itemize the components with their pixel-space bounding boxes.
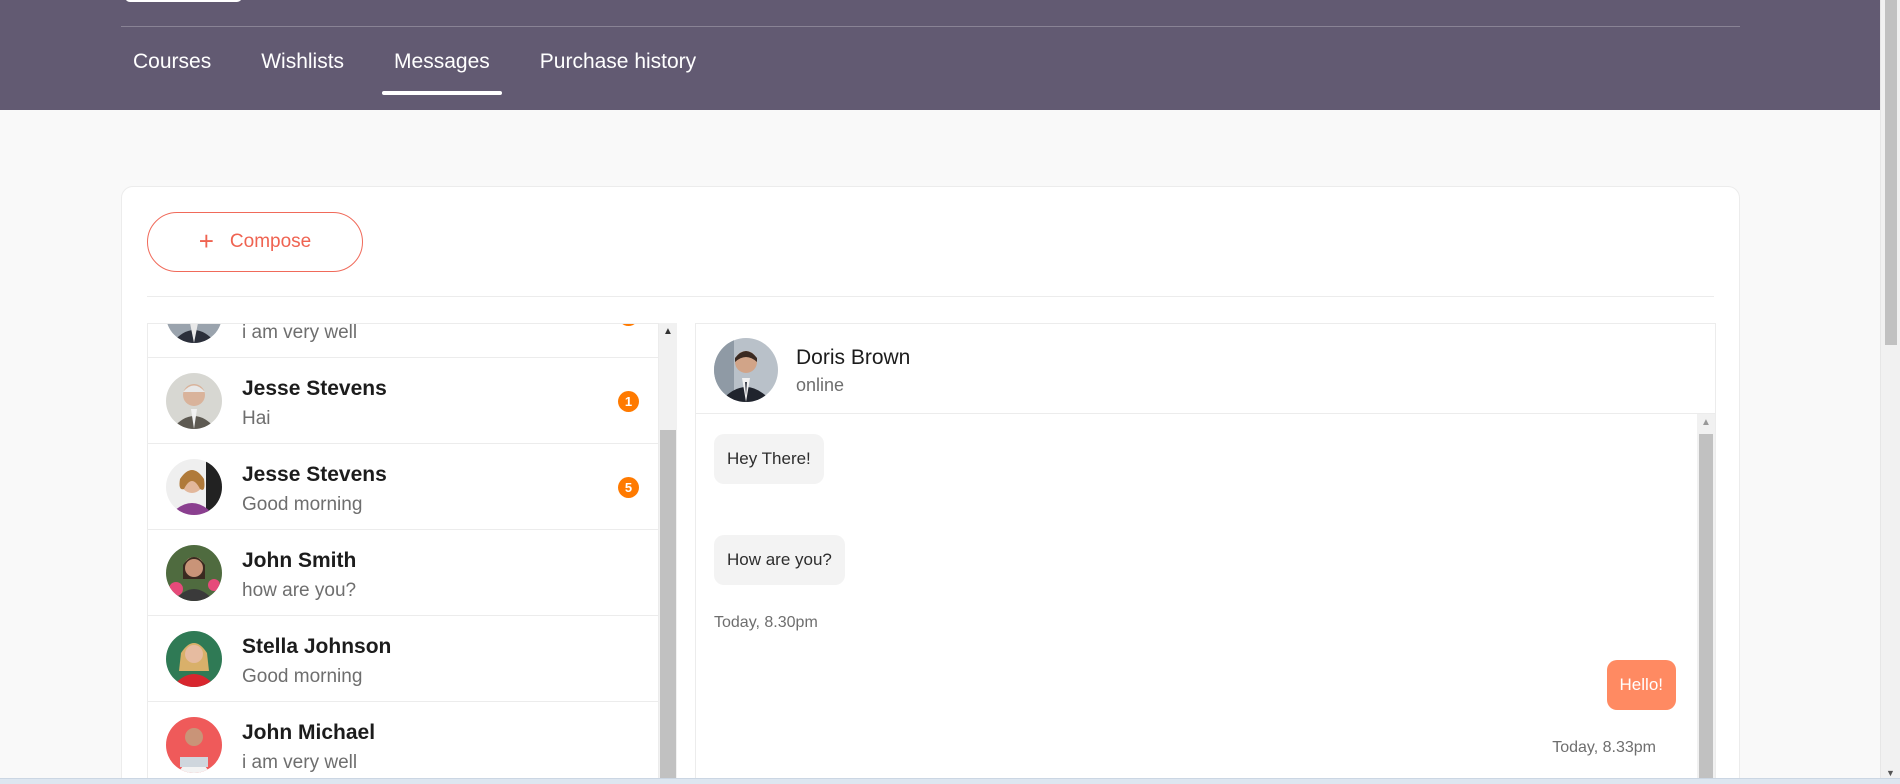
scrollbar-thumb[interactable] xyxy=(660,430,676,784)
avatar xyxy=(166,631,222,687)
contact-last-message: Good morning xyxy=(242,666,363,687)
tab-purchase-history[interactable]: Purchase history xyxy=(528,36,708,94)
avatar xyxy=(166,717,222,773)
contact-name: Stella Johnson xyxy=(242,635,392,658)
contact-item[interactable]: John Michael i am very well xyxy=(148,702,658,784)
contact-item[interactable]: Jesse Stevens Hai 1 xyxy=(148,358,658,444)
chat-panel: Doris Brown online Hey There! How are yo… xyxy=(695,323,1716,784)
contact-list: i am very well 1 Jesse Stevens Hai 1 Jes… xyxy=(148,323,658,784)
avatar xyxy=(714,338,778,402)
scrollbar-thumb[interactable] xyxy=(1885,0,1897,345)
contact-name: Jesse Stevens xyxy=(242,463,387,486)
page-scrollbar[interactable]: ▼ xyxy=(1880,0,1900,784)
tab-courses[interactable]: Courses xyxy=(121,36,223,94)
contact-last-message: Hai xyxy=(242,408,271,429)
message-timestamp: Today, 8.33pm xyxy=(1552,739,1656,756)
card-divider xyxy=(147,296,1714,297)
tab-messages[interactable]: Messages xyxy=(382,36,502,95)
nav-tabs: Courses Wishlists Messages Purchase hist… xyxy=(121,36,734,95)
taskbar-edge xyxy=(0,778,1900,784)
contact-name: Jesse Stevens xyxy=(242,377,387,400)
avatar xyxy=(166,373,222,429)
compose-label: Compose xyxy=(229,231,312,252)
unread-badge: 1 xyxy=(618,391,639,412)
contact-item[interactable]: Jesse Stevens Good morning 5 xyxy=(148,444,658,530)
contact-last-message: i am very well xyxy=(242,752,358,773)
header-search-pill[interactable] xyxy=(125,0,242,2)
contact-last-message: i am very well xyxy=(242,323,358,343)
chat-contact-status: online xyxy=(796,375,845,395)
contact-item[interactable]: John Smith how are you? xyxy=(148,530,658,616)
unread-badge: 1 xyxy=(618,324,639,326)
messages-card: + Compose i am very well 1 Jesse Stevens… xyxy=(121,186,1740,784)
unread-badge: 5 xyxy=(618,477,639,498)
contact-item[interactable]: Stella Johnson Good morning xyxy=(148,616,658,702)
compose-button[interactable]: + Compose xyxy=(147,212,363,272)
top-header: Courses Wishlists Messages Purchase hist… xyxy=(0,0,1880,110)
message-timestamp: Today, 8.30pm xyxy=(714,614,818,631)
incoming-message: Hey There! xyxy=(714,434,824,484)
contact-item[interactable]: i am very well 1 xyxy=(148,323,658,358)
contact-name: John Michael xyxy=(242,721,376,744)
chat-header: Doris Brown online xyxy=(696,324,1715,414)
avatar xyxy=(166,459,222,515)
chat-scrollbar[interactable]: ▲ xyxy=(1697,414,1715,784)
header-divider xyxy=(121,26,1740,27)
contact-last-message: Good morning xyxy=(242,494,363,515)
contact-list-scrollbar[interactable]: ▲ xyxy=(659,323,677,784)
scrollbar-thumb[interactable] xyxy=(1699,434,1713,784)
tab-wishlists[interactable]: Wishlists xyxy=(249,36,356,94)
avatar xyxy=(166,324,222,343)
incoming-message: How are you? xyxy=(714,535,845,585)
chat-contact-name: Doris Brown xyxy=(796,346,911,369)
contact-name: John Smith xyxy=(242,549,357,572)
scroll-up-icon[interactable]: ▲ xyxy=(663,326,673,337)
contact-list-panel: i am very well 1 Jesse Stevens Hai 1 Jes… xyxy=(147,323,659,784)
contact-last-message: how are you? xyxy=(242,580,357,601)
scroll-down-icon[interactable]: ▼ xyxy=(1886,768,1895,778)
outgoing-message: Hello! xyxy=(1606,660,1676,710)
plus-icon: + xyxy=(198,225,214,256)
avatar xyxy=(166,545,222,601)
scroll-up-icon[interactable]: ▲ xyxy=(1701,417,1711,428)
